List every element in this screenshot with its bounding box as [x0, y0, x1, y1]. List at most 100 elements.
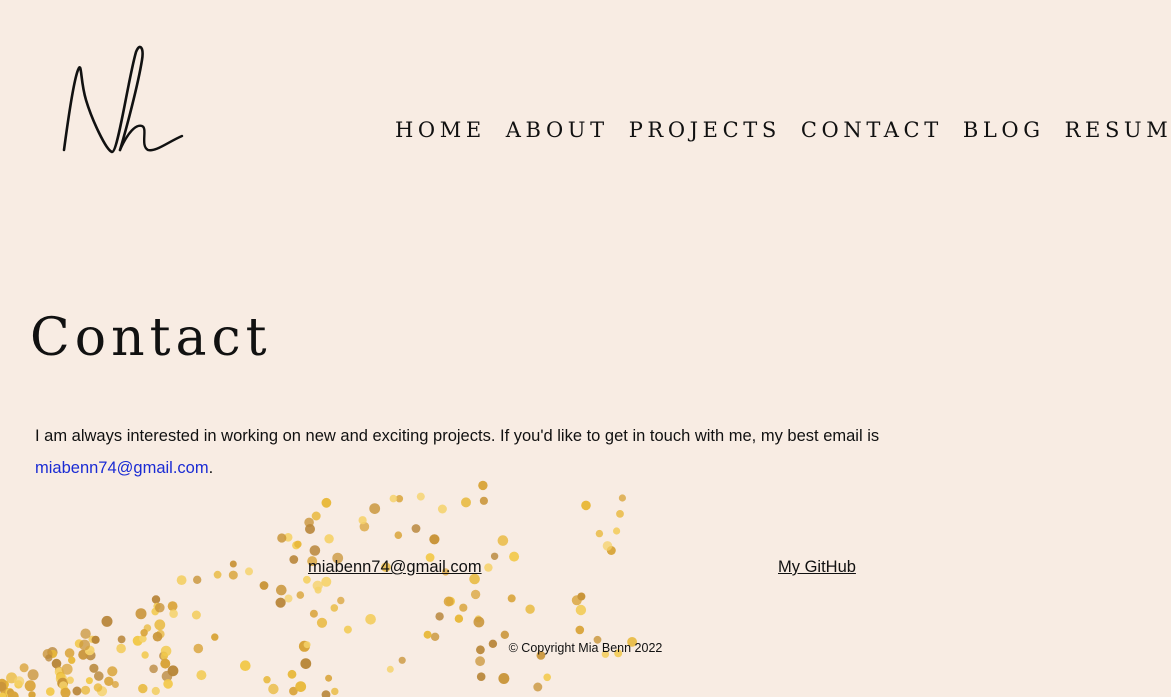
- confetti-dot: [575, 604, 587, 616]
- confetti-dot: [321, 576, 332, 587]
- confetti-dot: [45, 654, 53, 662]
- confetti-dot: [429, 534, 440, 545]
- confetti-dot: [430, 632, 440, 641]
- mh-signature-logo[interactable]: [56, 40, 186, 160]
- confetti-dot: [28, 691, 36, 697]
- confetti-dot: [386, 665, 394, 673]
- confetti-dot: [85, 677, 93, 685]
- confetti-dot: [101, 615, 113, 627]
- confetti-dot: [311, 511, 321, 521]
- confetti-dot: [473, 616, 485, 628]
- confetti-dot: [533, 682, 543, 692]
- confetti-dot: [13, 676, 25, 687]
- confetti-dot: [314, 586, 322, 594]
- confetti-dot: [389, 494, 398, 503]
- confetti-dot: [309, 609, 318, 618]
- confetti-dot: [245, 567, 253, 576]
- confetti-dot: [435, 612, 444, 621]
- confetti-dot: [211, 633, 219, 641]
- confetti-dot: [316, 617, 328, 628]
- confetti-dot: [24, 680, 36, 692]
- confetti-dot: [394, 531, 403, 539]
- confetti-dot: [229, 560, 237, 568]
- confetti-dot: [616, 510, 624, 518]
- confetti-dot: [543, 673, 551, 682]
- confetti-dot: [80, 628, 91, 639]
- confetti-dot: [500, 630, 509, 639]
- confetti-dot: [61, 663, 73, 675]
- copyright-text: © Copyright Mia Benn 2022: [508, 641, 663, 655]
- confetti-dot: [476, 672, 486, 681]
- confetti-dot: [289, 555, 299, 564]
- confetti-dot: [509, 551, 520, 562]
- confetti-dot: [213, 570, 222, 579]
- confetti-dot: [275, 597, 286, 608]
- confetti-dot: [454, 614, 464, 623]
- confetti-dot: [155, 602, 165, 613]
- confetti-dot: [461, 497, 471, 508]
- page-title: Contact: [30, 308, 272, 368]
- nav-blog[interactable]: BLOG: [963, 118, 1045, 142]
- confetti-dot: [498, 673, 510, 684]
- confetti-dot: [416, 492, 425, 501]
- main-navigation: HOME ABOUT PROJECTS CONTACT BLOG RESUME: [395, 118, 1171, 142]
- confetti-dot: [94, 671, 104, 681]
- confetti-dot: [263, 676, 271, 684]
- nav-about[interactable]: ABOUT: [506, 118, 609, 142]
- confetti-dot: [411, 524, 421, 533]
- confetti-dot: [89, 663, 99, 673]
- confetti-dot: [475, 656, 485, 667]
- confetti-dot: [276, 584, 287, 596]
- confetti-dot: [398, 656, 406, 664]
- confetti-dot: [507, 594, 516, 603]
- confetti-dot: [331, 687, 339, 696]
- confetti-dot: [46, 687, 55, 696]
- confetti-dot: [365, 614, 376, 625]
- confetti-dot: [287, 669, 297, 679]
- confetti-dot: [154, 619, 166, 631]
- confetti-dot: [140, 629, 148, 637]
- nav-resume[interactable]: RESUME: [1065, 118, 1171, 142]
- confetti-dot: [151, 595, 161, 604]
- confetti-dot: [581, 500, 591, 511]
- confetti-dot: [296, 591, 305, 599]
- nav-home[interactable]: HOME: [395, 118, 486, 142]
- signature-logo-icon: [62, 45, 184, 154]
- footer-email-link[interactable]: miabenn74@gmail.com: [308, 558, 482, 577]
- confetti-dot: [176, 575, 187, 585]
- nav-projects[interactable]: PROJECTS: [629, 118, 781, 142]
- confetti-dot: [196, 670, 207, 681]
- confetti-dot: [193, 575, 202, 584]
- confetti-dot: [81, 685, 91, 695]
- confetti-dot: [284, 594, 293, 603]
- confetti-dot: [443, 596, 454, 607]
- confetti-dot: [470, 589, 481, 600]
- confetti-dot: [479, 496, 488, 505]
- gold-confetti-decoration: [0, 480, 640, 697]
- confetti-dot: [595, 529, 604, 538]
- confetti-dot: [484, 563, 493, 572]
- confetti-dot: [135, 608, 147, 620]
- confetti-dot: [149, 664, 158, 674]
- confetti-dot: [268, 683, 279, 695]
- confetti-dot: [93, 683, 103, 692]
- confetti-dot: [169, 609, 178, 618]
- confetti-dot: [228, 570, 238, 580]
- confetti-dot: [423, 630, 432, 639]
- intro-email-link[interactable]: miabenn74@gmail.com: [35, 459, 209, 477]
- confetti-dot: [330, 604, 339, 612]
- confetti-dot: [160, 658, 171, 669]
- nav-contact[interactable]: CONTACT: [801, 118, 943, 142]
- confetti-icon: [0, 480, 637, 697]
- confetti-dot: [303, 575, 311, 584]
- confetti-dot: [437, 504, 447, 514]
- confetti-dot: [618, 494, 627, 502]
- confetti-dot: [27, 669, 39, 681]
- confetti-dot: [111, 681, 119, 688]
- confetti-dot: [575, 625, 585, 635]
- confetti-dot: [295, 681, 307, 692]
- confetti-dot: [478, 480, 488, 491]
- confetti-dot: [191, 610, 201, 620]
- confetti-dot: [19, 663, 29, 673]
- footer-github-link[interactable]: My GitHub: [778, 558, 856, 577]
